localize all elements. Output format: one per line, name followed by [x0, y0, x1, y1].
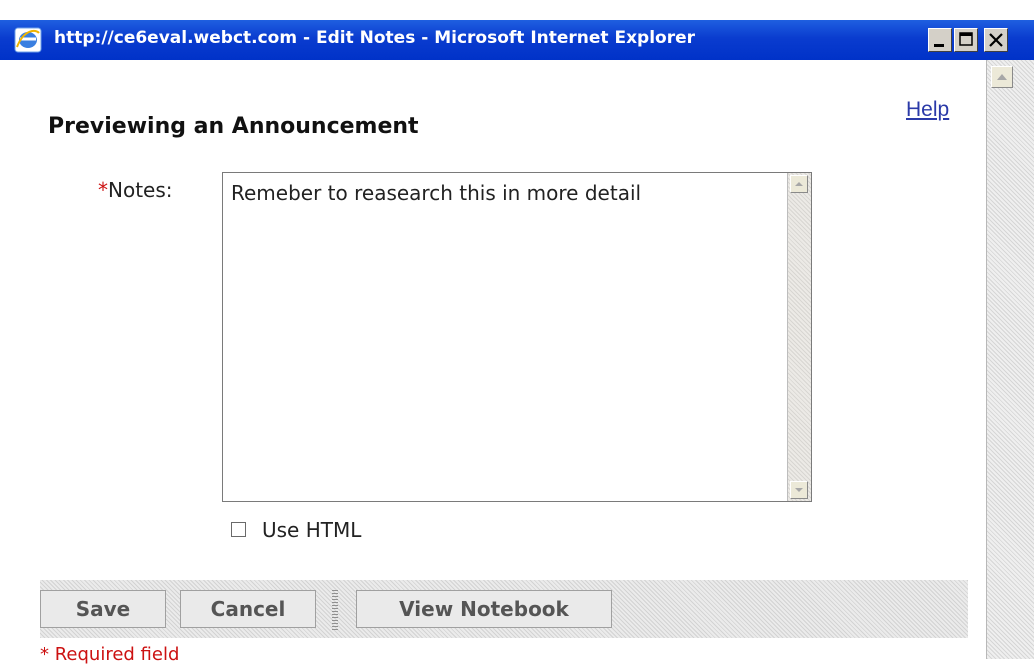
view-notebook-button[interactable]: View Notebook	[356, 590, 612, 628]
browser-window: http://ce6eval.webct.com - Edit Notes - …	[0, 20, 1034, 665]
title-bar[interactable]: http://ce6eval.webct.com - Edit Notes - …	[0, 20, 1034, 60]
background-strip	[0, 0, 1034, 20]
button-separator	[332, 588, 338, 630]
scroll-down-button[interactable]	[790, 481, 808, 499]
window-title: http://ce6eval.webct.com - Edit Notes - …	[54, 28, 696, 48]
scroll-up-button[interactable]	[790, 175, 808, 193]
ie-icon	[14, 27, 42, 53]
maximize-button[interactable]	[954, 28, 978, 52]
cancel-button[interactable]: Cancel	[180, 590, 316, 628]
help-link[interactable]: Help	[906, 98, 949, 122]
notes-label-text: Notes:	[108, 178, 173, 202]
minimize-icon	[934, 44, 944, 47]
required-field-note: * Required field	[40, 644, 180, 665]
notes-scrollbar[interactable]	[787, 173, 811, 501]
notes-textarea[interactable]: Remeber to reasearch this in more detail	[222, 172, 812, 502]
required-marker: *	[98, 178, 108, 202]
page-content: Help Previewing an Announcement *Notes: …	[0, 60, 986, 665]
use-html-label: Use HTML	[262, 518, 362, 542]
page-title: Previewing an Announcement	[48, 114, 419, 139]
notes-label: *Notes:	[98, 178, 173, 202]
page-scroll-up-button[interactable]	[991, 66, 1013, 88]
page-scrollbar[interactable]	[986, 60, 1034, 659]
button-bar: Save Cancel View Notebook	[40, 580, 968, 638]
arrow-up-icon	[795, 182, 803, 186]
close-button[interactable]	[984, 28, 1008, 52]
arrow-down-icon	[795, 488, 803, 492]
minimize-button[interactable]	[928, 28, 952, 52]
notes-text: Remeber to reasearch this in more detail	[231, 181, 642, 205]
use-html-checkbox[interactable]	[231, 522, 246, 537]
close-icon	[989, 33, 1003, 47]
save-button[interactable]: Save	[40, 590, 166, 628]
arrow-up-icon	[997, 74, 1007, 80]
maximize-icon	[959, 32, 973, 46]
